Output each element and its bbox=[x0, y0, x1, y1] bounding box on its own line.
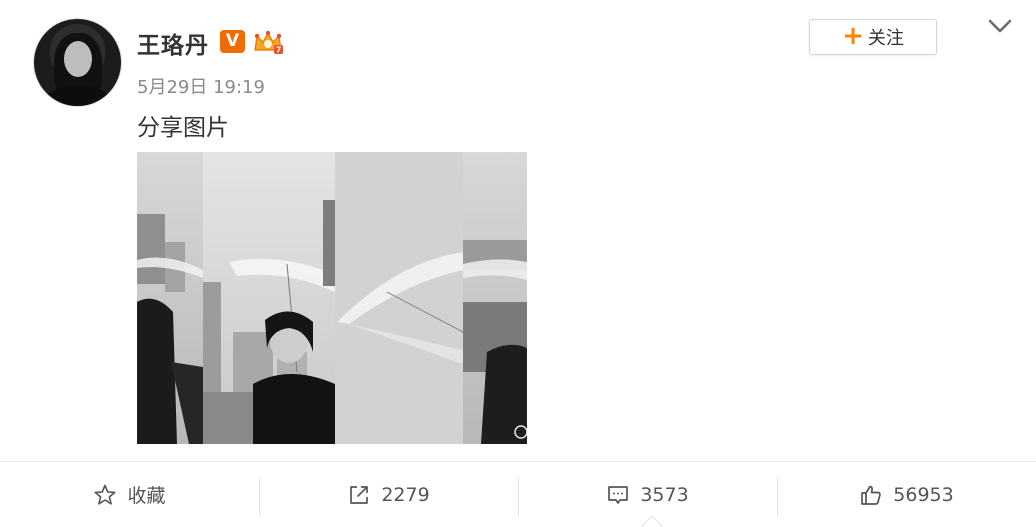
username[interactable]: 王珞丹 bbox=[137, 26, 209, 60]
post-timestamp[interactable]: 5月29日 19:19 bbox=[137, 73, 265, 99]
post-text: 分享图片 bbox=[137, 115, 229, 141]
favorite-button[interactable]: 收藏 bbox=[0, 462, 259, 527]
chevron-down-icon[interactable] bbox=[987, 16, 1013, 36]
plus-icon: + bbox=[842, 21, 864, 51]
verified-v-icon: V bbox=[220, 30, 245, 53]
comment-count: 3573 bbox=[640, 483, 689, 506]
favorite-label: 收藏 bbox=[127, 485, 166, 507]
star-icon bbox=[94, 484, 117, 505]
like-button[interactable]: 56953 bbox=[777, 462, 1036, 527]
follow-button[interactable]: + 关注 bbox=[809, 19, 937, 55]
comment-icon bbox=[608, 485, 629, 504]
post-photo[interactable] bbox=[137, 152, 527, 444]
vip-crown-icon: 7 bbox=[254, 30, 283, 55]
thumbs-up-icon bbox=[861, 485, 882, 505]
share-icon bbox=[350, 485, 369, 504]
share-button[interactable]: 2279 bbox=[259, 462, 518, 527]
follow-label: 关注 bbox=[867, 28, 904, 49]
share-count: 2279 bbox=[381, 483, 430, 506]
svg-text:7: 7 bbox=[276, 46, 282, 55]
avatar[interactable] bbox=[33, 18, 122, 107]
like-count: 56953 bbox=[893, 483, 954, 506]
comment-caret bbox=[641, 516, 663, 527]
action-bar: 收藏 2279 3573 56953 bbox=[0, 461, 1036, 527]
